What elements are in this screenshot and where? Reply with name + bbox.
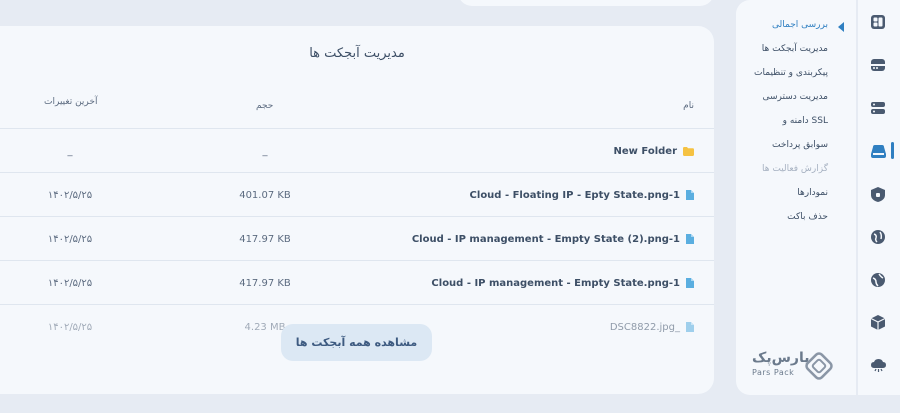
row-modified: ۱۴۰۲/۵/۲۵ bbox=[47, 321, 93, 333]
row-modified: ۱۴۰۲/۵/۲۵ bbox=[47, 277, 93, 289]
table-row[interactable]: New Folder _ _ bbox=[0, 128, 714, 172]
menu-item-billing[interactable]: سوابق پرداخت bbox=[772, 140, 828, 150]
row-name: Cloud - Floating IP - Epty State.png-1 bbox=[469, 189, 680, 201]
cloud-storage-icon[interactable] bbox=[869, 142, 887, 160]
active-caret-icon bbox=[838, 22, 844, 32]
menu-item-access[interactable]: مدیریت دسترسی bbox=[763, 92, 829, 102]
file-icon bbox=[686, 278, 694, 288]
row-modified: _ bbox=[67, 145, 73, 157]
row-size: 417.97 KB bbox=[239, 233, 291, 245]
cloud-settings-icon[interactable] bbox=[869, 356, 887, 374]
box-icon[interactable] bbox=[869, 313, 887, 331]
card-title: مدیریت آبجکت ها bbox=[309, 46, 405, 61]
row-name: New Folder bbox=[613, 145, 677, 157]
menu-item-configuration[interactable]: پیکربندی و تنظیمات bbox=[754, 68, 828, 78]
bucket-menu: بررسی اجمالی مدیریت آبجکت ها پیکربندی و … bbox=[736, 0, 856, 395]
row-size: 401.07 KB bbox=[239, 189, 291, 201]
row-name: Cloud - IP management - Empty State.png-… bbox=[431, 277, 680, 289]
file-icon bbox=[686, 322, 694, 332]
folder-icon bbox=[683, 146, 694, 156]
column-header-name: نام bbox=[683, 101, 694, 111]
row-modified: ۱۴۰۲/۵/۲۵ bbox=[47, 189, 93, 201]
logo-text-en: Pars Pack bbox=[752, 368, 795, 377]
shield-icon[interactable] bbox=[869, 185, 887, 203]
row-name: Cloud - IP management - Empty State (2).… bbox=[411, 233, 680, 245]
row-name: DSC8822.jpg_ bbox=[609, 321, 680, 333]
logo-mark-icon bbox=[805, 352, 833, 380]
server-stack-icon[interactable] bbox=[869, 99, 887, 117]
globe-alt-icon[interactable] bbox=[869, 271, 887, 289]
icon-rail bbox=[858, 0, 900, 395]
menu-item-activity-log: گزارش فعالیت ها bbox=[762, 164, 828, 174]
menu-item-overview[interactable]: بررسی اجمالی bbox=[772, 20, 828, 30]
parspack-logo: پارس‌پک Pars Pack bbox=[752, 350, 836, 382]
menu-item-delete-bucket[interactable]: حذف باکت bbox=[787, 212, 828, 222]
file-icon bbox=[686, 234, 694, 244]
dashboard-icon[interactable] bbox=[869, 13, 887, 31]
globe-icon[interactable] bbox=[869, 228, 887, 246]
logo-text-fa: پارس‌پک bbox=[752, 350, 810, 366]
column-header-size: حجم bbox=[256, 101, 274, 111]
menu-item-charts[interactable]: نمودارها bbox=[797, 188, 828, 198]
top-card-stub bbox=[458, 0, 714, 6]
row-size: _ bbox=[262, 145, 268, 157]
menu-item-domain-ssl[interactable]: دامنه و SSL bbox=[783, 116, 828, 126]
menu-item-objects[interactable]: مدیریت آبجکت ها bbox=[762, 44, 828, 54]
view-all-objects-button[interactable]: مشاهده همه آبجکت ها bbox=[281, 324, 432, 361]
row-size: 417.97 KB bbox=[239, 277, 291, 289]
column-header-modified: آخرین تغییرات bbox=[44, 97, 98, 107]
table-row[interactable]: Cloud - Floating IP - Epty State.png-1 4… bbox=[0, 172, 714, 216]
server-icon[interactable] bbox=[869, 56, 887, 74]
active-rail-indicator bbox=[891, 142, 894, 159]
file-icon bbox=[686, 190, 694, 200]
table-row[interactable]: Cloud - IP management - Empty State.png-… bbox=[0, 260, 714, 304]
row-modified: ۱۴۰۲/۵/۲۵ bbox=[47, 233, 93, 245]
table-row[interactable]: Cloud - IP management - Empty State (2).… bbox=[0, 216, 714, 260]
